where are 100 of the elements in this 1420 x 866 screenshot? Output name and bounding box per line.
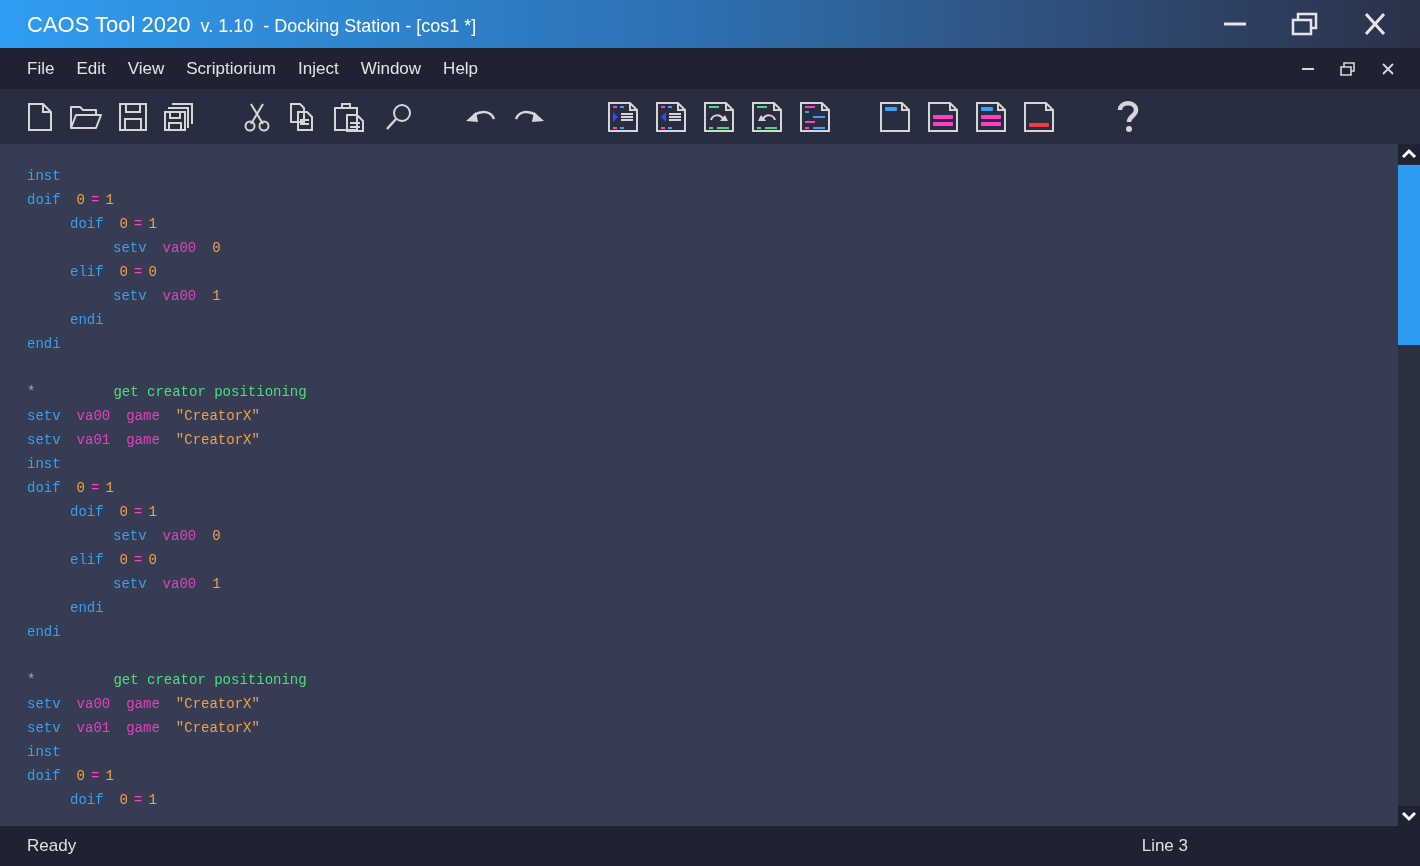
code-variable: va00	[76, 406, 111, 426]
document-icon[interactable]	[975, 100, 1007, 133]
code-number: 1	[105, 766, 114, 786]
code-number: 1	[105, 478, 114, 498]
code-variable: va01	[76, 430, 111, 450]
close-icon[interactable]	[1380, 61, 1396, 76]
code-comment: get creator positioning	[113, 670, 307, 690]
code-keyword: endi	[27, 622, 61, 642]
comment-marker: *	[27, 670, 36, 690]
menu-item[interactable]: Edit	[76, 55, 106, 82]
new-file-icon[interactable]	[26, 101, 54, 132]
code-variable: va01	[76, 718, 111, 738]
scrollbar-thumb[interactable]	[1398, 165, 1420, 345]
code-keyword: setv	[27, 694, 61, 714]
code-variable: game	[126, 406, 160, 426]
line-indicator: Line 3	[1141, 835, 1188, 858]
code-keyword: inst	[27, 166, 61, 186]
code-variable: va00	[162, 574, 197, 594]
version-label: v. 1.10	[200, 14, 254, 38]
code-variable: va00	[76, 694, 111, 714]
code-keyword: doif	[70, 502, 104, 522]
document-icon[interactable]	[1023, 100, 1055, 133]
copy-icon[interactable]	[289, 101, 315, 132]
document-redo-icon[interactable]	[703, 100, 735, 133]
help-icon[interactable]	[1117, 100, 1139, 133]
code-number: 0	[76, 190, 85, 210]
code-keyword: inst	[27, 742, 61, 762]
scroll-down-icon[interactable]	[1398, 806, 1420, 826]
menu-item[interactable]: Window	[360, 55, 422, 82]
code-number: 1	[148, 214, 157, 234]
scroll-up-icon[interactable]	[1398, 144, 1420, 164]
code-number: 1	[212, 286, 221, 306]
scissors-icon[interactable]	[243, 101, 271, 132]
window-title: CAOS Tool 2020	[27, 10, 191, 39]
code-number: 1	[148, 502, 157, 522]
code-operator: =	[91, 478, 100, 498]
code-number: 1	[105, 190, 114, 210]
code-number: 0	[148, 550, 157, 570]
code-keyword: doif	[27, 190, 61, 210]
code-keyword: endi	[70, 598, 104, 618]
status-message: Ready	[26, 835, 77, 858]
code-number: 0	[212, 526, 221, 546]
restore-icon[interactable]	[1340, 61, 1356, 76]
code-keyword: doif	[70, 790, 104, 810]
code-keyword: setv	[113, 286, 147, 306]
code-string: "CreatorX"	[175, 694, 260, 714]
formatted-document-icon[interactable]	[799, 100, 831, 133]
code-string: "CreatorX"	[175, 718, 260, 738]
code-number: 0	[119, 790, 128, 810]
code-number: 0	[148, 262, 157, 282]
code-number: 0	[76, 478, 85, 498]
code-variable: game	[126, 718, 160, 738]
code-number: 0	[119, 214, 128, 234]
menu-item[interactable]: View	[127, 55, 165, 82]
code-number: 0	[212, 238, 221, 258]
document-undo-icon[interactable]	[751, 100, 783, 133]
code-keyword: elif	[70, 262, 104, 282]
code-keyword: setv	[27, 406, 61, 426]
code-variable: va00	[162, 238, 197, 258]
outdent-document-icon[interactable]	[655, 100, 687, 133]
code-keyword: setv	[27, 718, 61, 738]
code-keyword: setv	[113, 238, 147, 258]
code-keyword: doif	[27, 766, 61, 786]
comment-marker: *	[27, 382, 36, 402]
code-number: 0	[119, 550, 128, 570]
code-string: "CreatorX"	[175, 406, 260, 426]
code-number: 1	[212, 574, 221, 594]
code-keyword: endi	[27, 334, 61, 354]
indent-document-icon[interactable]	[607, 100, 639, 133]
code-string: "CreatorX"	[175, 430, 260, 450]
save-all-icon[interactable]	[163, 101, 195, 132]
code-operator: =	[134, 502, 143, 522]
save-icon[interactable]	[118, 101, 148, 132]
menu-item[interactable]: File	[27, 55, 55, 82]
code-variable: game	[126, 694, 160, 714]
code-number: 0	[76, 766, 85, 786]
code-operator: =	[134, 262, 143, 282]
paste-icon[interactable]	[333, 100, 367, 133]
document-icon[interactable]	[879, 100, 911, 133]
code-variable: va00	[162, 286, 197, 306]
menu-item[interactable]: Inject	[298, 55, 339, 82]
code-number: 0	[119, 262, 128, 282]
menu-item[interactable]: Scriptiorium	[186, 55, 276, 82]
code-operator: =	[134, 214, 143, 234]
code-keyword: setv	[27, 430, 61, 450]
code-keyword: inst	[27, 454, 61, 474]
code-keyword: doif	[70, 214, 104, 234]
code-comment: get creator positioning	[113, 382, 307, 402]
menu-item[interactable]: Help	[443, 55, 479, 82]
code-operator: =	[134, 550, 143, 570]
search-icon[interactable]	[385, 102, 413, 131]
code-variable: game	[126, 430, 160, 450]
code-keyword: setv	[113, 526, 147, 546]
code-keyword: doif	[27, 478, 61, 498]
code-keyword: elif	[70, 550, 104, 570]
document-icon[interactable]	[927, 100, 959, 133]
code-variable: va00	[162, 526, 197, 546]
code-number: 0	[119, 502, 128, 522]
code-operator: =	[134, 790, 143, 810]
code-operator: =	[91, 766, 100, 786]
